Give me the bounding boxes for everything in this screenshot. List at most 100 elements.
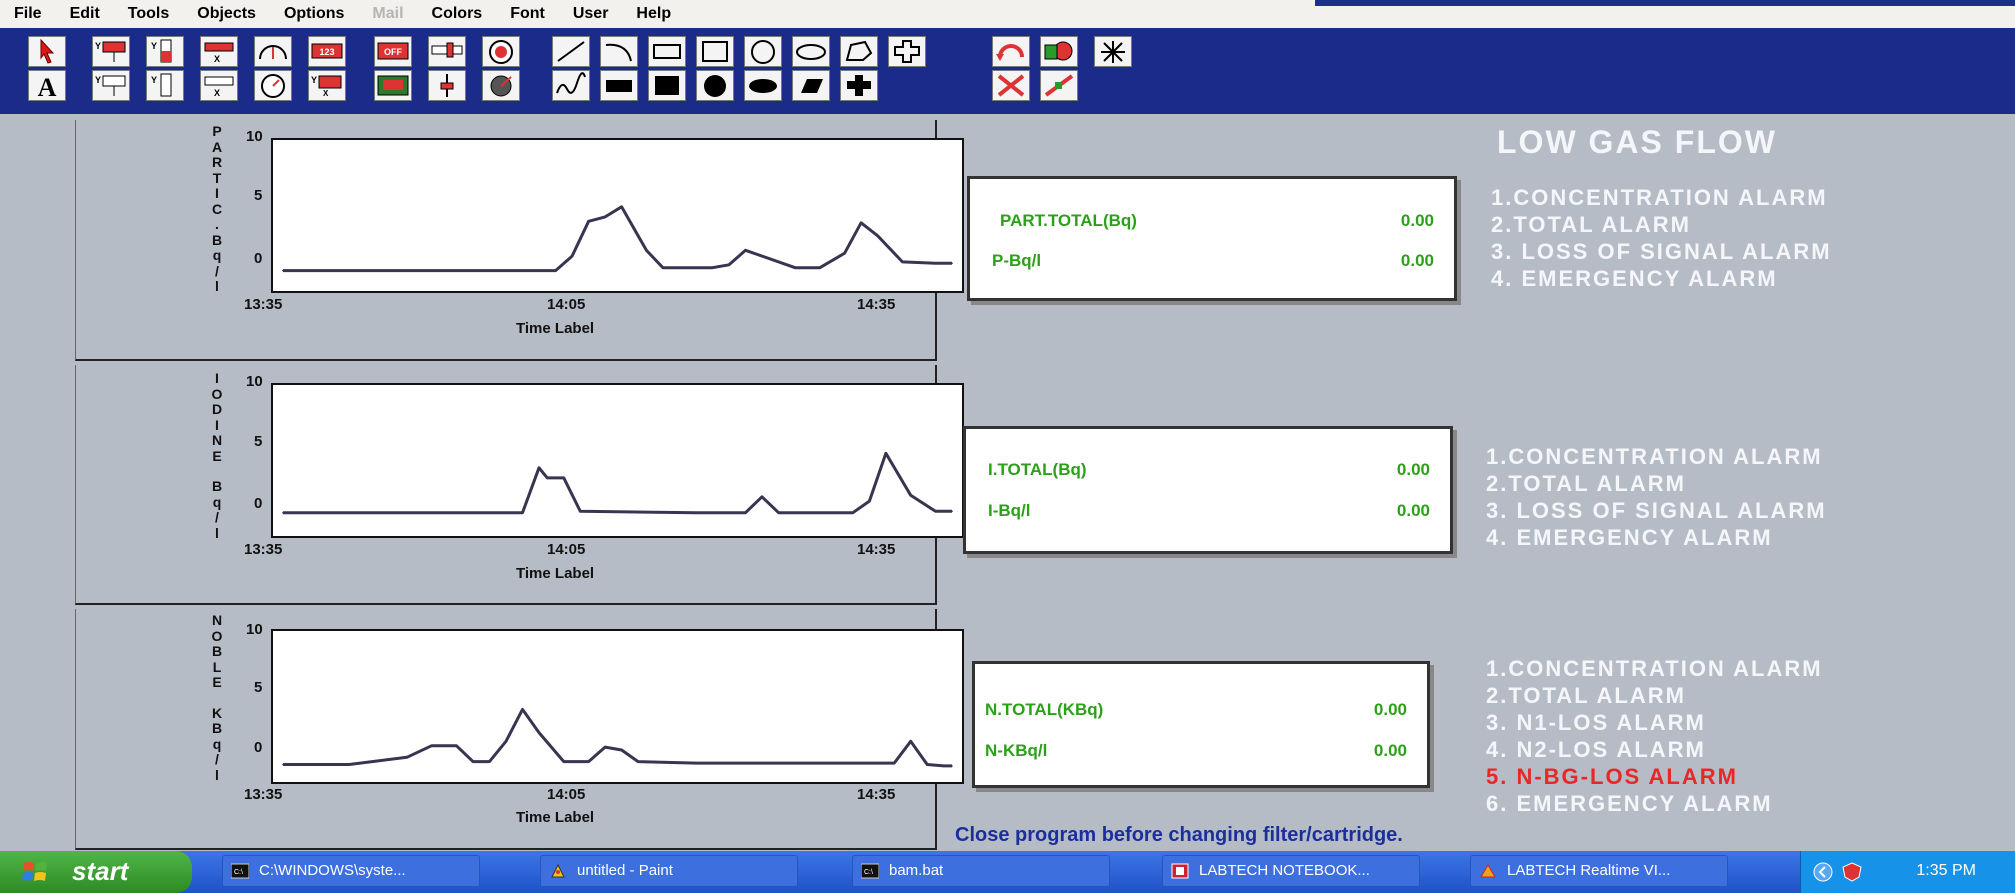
filled-ellipse-tool[interactable]	[744, 70, 782, 101]
rectangle-tool[interactable]	[648, 36, 686, 67]
menu-tools[interactable]: Tools	[114, 5, 183, 23]
y-axis-label-char: l	[215, 766, 219, 783]
x-tick: 14:35	[857, 296, 896, 313]
polygon-tool[interactable]	[840, 36, 878, 67]
alarm-item: 4. EMERGENCY ALARM	[1486, 525, 1773, 550]
x-tick: 13:35	[244, 541, 283, 558]
menu-edit[interactable]: Edit	[56, 5, 114, 23]
pointer-tool[interactable]	[28, 36, 66, 67]
rotary-knob-tool[interactable]	[482, 36, 520, 67]
y-axis-label-char: B	[211, 231, 223, 248]
data-point	[571, 255, 573, 257]
curve-tool[interactable]	[600, 36, 638, 67]
data-point	[563, 477, 565, 479]
data-point	[406, 756, 408, 759]
slider-tool[interactable]	[428, 70, 466, 101]
led-display-tool[interactable]	[374, 70, 412, 101]
off-switch-icon: OFF	[377, 42, 409, 60]
off-switch-tool[interactable]: OFF	[374, 36, 412, 67]
shape-tool[interactable]	[888, 36, 926, 67]
dial-tool[interactable]	[254, 70, 292, 101]
y-meter-tool[interactable]: Y	[92, 36, 130, 67]
filled-polygon-tool[interactable]	[792, 70, 830, 101]
readout-label: PART.TOTAL(Bq)	[1000, 211, 1137, 230]
connect-icon	[1044, 74, 1074, 97]
y-bar-icon: Y	[151, 39, 172, 63]
data-point	[951, 262, 953, 265]
knob-tool[interactable]	[482, 70, 520, 101]
circle-tool[interactable]	[744, 36, 782, 67]
data-point	[538, 731, 540, 734]
y-axis-label-char: l	[215, 524, 219, 541]
filled-shape-tool[interactable]	[840, 70, 878, 101]
filled-box-tool[interactable]	[648, 70, 686, 101]
alarm-item: 4. N2-LOS ALARM	[1486, 737, 1706, 762]
y-bar-icon: Y	[151, 73, 172, 97]
taskbar-item-labtech-realtime[interactable]: LABTECH Realtime VI...	[1470, 855, 1728, 887]
rotate-tool[interactable]	[992, 36, 1030, 67]
vertical-slider-icon	[440, 74, 454, 97]
data-point	[934, 262, 937, 265]
text-tool[interactable]: A	[28, 70, 66, 101]
clock: 1:35 PM	[1916, 862, 1976, 879]
menu-user[interactable]: User	[559, 5, 623, 23]
back-arrow-icon[interactable]	[1813, 862, 1833, 882]
data-point	[860, 762, 862, 764]
chart-panel-noble: N O B L E K Bq / l 10 5 0 13:35 14:05 14:35 Time…	[75, 609, 964, 850]
line-chart-noble	[282, 707, 953, 768]
box-tool[interactable]	[696, 36, 734, 67]
color-fill-tool[interactable]	[1040, 36, 1078, 67]
box-icon	[702, 41, 728, 62]
gauge-tool[interactable]	[254, 36, 292, 67]
data-point	[604, 216, 606, 218]
line-tool[interactable]	[552, 36, 590, 67]
data-point	[934, 510, 937, 513]
connect-tool[interactable]	[1040, 70, 1078, 101]
menu-colors[interactable]: Colors	[418, 5, 497, 23]
svg-text:Y: Y	[151, 75, 157, 85]
filled-rect-tool[interactable]	[600, 70, 638, 101]
y-tick: 5	[254, 679, 263, 696]
curve-icon	[605, 43, 632, 62]
alarm-item: 4. EMERGENCY ALARM	[1491, 266, 1778, 291]
freehand-tool[interactable]	[552, 70, 590, 101]
sparkle-tool[interactable]	[1094, 36, 1132, 67]
alarm-list-iodine: 1.CONCENTRATION ALARM 2.TOTAL ALARM 3. L…	[1486, 443, 1827, 551]
y-axis-label-char: /	[215, 262, 219, 279]
y-meter-tool-b[interactable]: Y	[92, 70, 130, 101]
x-slider-tool[interactable]: X	[200, 36, 238, 67]
taskbar-item-cmd[interactable]: C:\ C:\WINDOWS\syste...	[222, 855, 480, 887]
security-shield-icon[interactable]	[1841, 862, 1863, 882]
data-point	[794, 266, 796, 269]
rectangle-icon	[653, 44, 681, 59]
windows-logo-icon	[22, 862, 47, 881]
menu-font[interactable]: Font	[496, 5, 559, 23]
data-point	[538, 467, 540, 469]
y-meter-tool-2[interactable]: YX	[308, 70, 346, 101]
menu-file[interactable]: File	[0, 5, 56, 23]
data-point	[620, 749, 623, 751]
readout-particulate: PART.TOTAL(Bq) 0.00 P-Bq/l 0.00	[967, 176, 1457, 301]
y-axis-label-char: q	[212, 247, 222, 263]
ellipse-tool[interactable]	[792, 36, 830, 67]
filled-circle-tool[interactable]	[696, 70, 734, 101]
digital-display-tool[interactable]: 123	[308, 36, 346, 67]
taskbar-item-bam[interactable]: C:\ bam.bat	[852, 855, 1110, 887]
data-point	[587, 220, 590, 223]
digital-display-icon: 123	[311, 43, 343, 59]
svg-text:A: A	[38, 73, 57, 100]
chart-panel-iodine: I O D I N E Bq / l 10 5 0 13:35 14:05 14:35 Time…	[75, 365, 964, 605]
x-slider-tool-b[interactable]: X	[200, 70, 238, 101]
taskbar-item-labtech-notebook[interactable]: LABTECH NOTEBOOK...	[1162, 855, 1420, 887]
y-bar-tool[interactable]: Y	[146, 36, 184, 67]
start-button[interactable]: start	[0, 851, 192, 893]
menu-options[interactable]: Options	[270, 5, 358, 23]
menu-objects[interactable]: Objects	[183, 5, 270, 23]
bar-switch-tool[interactable]	[428, 36, 466, 67]
taskbar-item-paint[interactable]: untitled - Paint	[540, 855, 798, 887]
menu-help[interactable]: Help	[622, 5, 685, 23]
x-slider-icon: X	[204, 76, 234, 98]
svg-text:123: 123	[319, 47, 334, 57]
y-bar-tool-b[interactable]: Y	[146, 70, 184, 101]
scale-tool[interactable]	[992, 70, 1030, 101]
